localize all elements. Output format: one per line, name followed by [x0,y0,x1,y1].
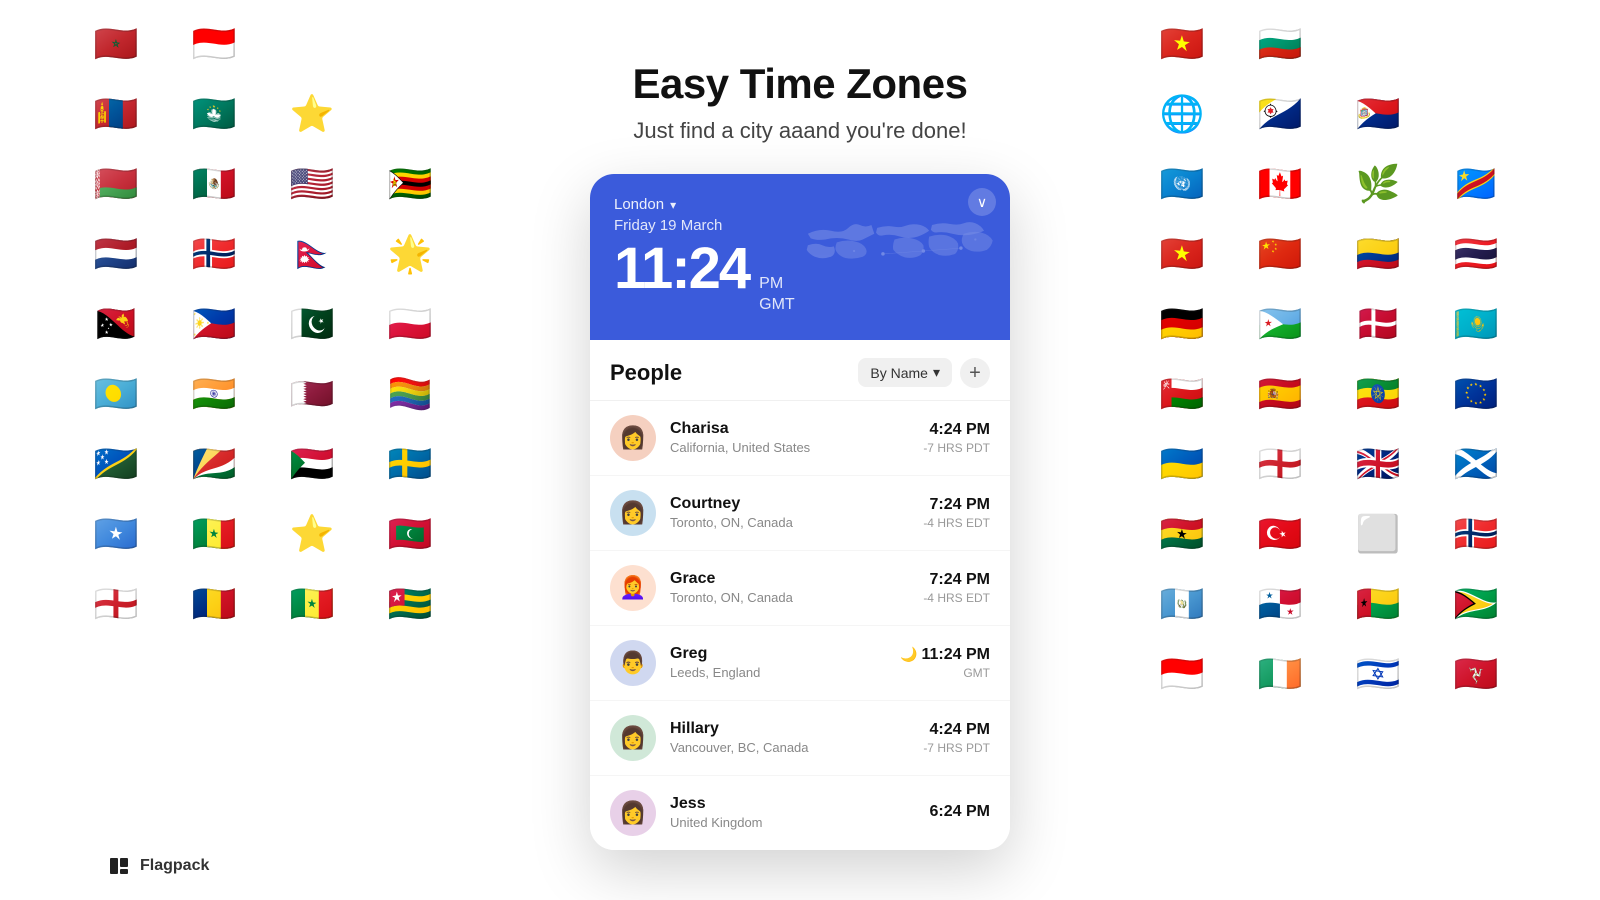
city-name: London [614,196,664,213]
person-row: 👩 Jess United Kingdom 6:24 PM [590,776,1010,850]
card-body: People By Name ▾ + 👩 Charisa California,… [590,340,1010,850]
person-time-main: 6:24 PM [930,803,990,821]
person-info: Courtney Toronto, ON, Canada [670,495,909,530]
person-time-main: 7:24 PM [923,496,990,514]
person-info: Greg Leeds, England [670,645,886,680]
person-time: 7:24 PM -4 HRS EDT [923,571,990,605]
avatar: 👩 [610,790,656,836]
person-time-main: 7:24 PM [923,571,990,589]
avatar: 👩 [610,415,656,461]
person-time-offset: -7 HRS PDT [923,441,990,455]
date-label: Friday 19 March [614,217,986,234]
person-time-main: 4:24 PM [923,721,990,739]
add-person-button[interactable]: + [960,358,990,388]
person-time: 7:24 PM -4 HRS EDT [923,496,990,530]
phone-card: London ▾ Friday 19 March 11:24 PM GMT ∨ … [590,174,1010,850]
flagpack-label: Flagpack [140,857,209,875]
time-ampm-tz: PM GMT [759,274,795,316]
moon-icon: 🌙 [900,646,917,663]
flagpack-logo: Flagpack [108,854,209,878]
person-row: 👨 Greg Leeds, England 🌙 11:24 PM GMT [590,626,1010,701]
app-subtitle: Just find a city aaand you're done! [633,118,966,144]
person-name: Courtney [670,495,909,513]
person-time: 🌙 11:24 PM GMT [900,646,990,680]
person-location: United Kingdom [670,815,916,830]
people-title: People [610,360,682,386]
person-name: Greg [670,645,886,663]
person-time-offset: -4 HRS EDT [923,516,990,530]
sort-chevron-icon: ▾ [933,364,940,381]
person-name: Jess [670,795,916,813]
person-name: Grace [670,570,909,588]
person-list: 👩 Charisa California, United States 4:24… [590,401,1010,850]
app-title: Easy Time Zones [633,60,968,108]
person-time-offset: GMT [900,666,990,680]
person-location: California, United States [670,440,909,455]
time-display: 11:24 PM GMT [614,240,986,316]
avatar: 👩 [610,715,656,761]
person-name: Charisa [670,420,909,438]
collapse-button[interactable]: ∨ [968,188,996,216]
person-row: 👩 Courtney Toronto, ON, Canada 7:24 PM -… [590,476,1010,551]
person-row: 👩 Hillary Vancouver, BC, Canada 4:24 PM … [590,701,1010,776]
person-info: Jess United Kingdom [670,795,916,830]
person-time: 4:24 PM -7 HRS PDT [923,421,990,455]
person-location: Toronto, ON, Canada [670,515,909,530]
person-time-main: 4:24 PM [923,421,990,439]
city-selector[interactable]: London ▾ [614,196,986,213]
person-info: Charisa California, United States [670,420,909,455]
flagpack-icon [108,854,132,878]
person-location: Vancouver, BC, Canada [670,740,909,755]
avatar: 👨 [610,640,656,686]
person-time: 4:24 PM -7 HRS PDT [923,721,990,755]
card-header: London ▾ Friday 19 March 11:24 PM GMT ∨ [590,174,1010,340]
avatar: 👩 [610,490,656,536]
person-location: Leeds, England [670,665,886,680]
time-ampm: PM [759,274,795,295]
time-timezone: GMT [759,295,795,316]
person-time-main: 🌙 11:24 PM [900,646,990,664]
person-row: 👩 Charisa California, United States 4:24… [590,401,1010,476]
person-location: Toronto, ON, Canada [670,590,909,605]
people-controls: By Name ▾ + [858,358,990,388]
people-header: People By Name ▾ + [590,340,1010,401]
person-row: 👩‍🦰 Grace Toronto, ON, Canada 7:24 PM -4… [590,551,1010,626]
time-big: 11:24 [614,240,749,298]
main-content: Easy Time Zones Just find a city aaand y… [0,0,1600,900]
person-info: Grace Toronto, ON, Canada [670,570,909,605]
chevron-down-icon: ▾ [670,198,676,212]
avatar: 👩‍🦰 [610,565,656,611]
sort-by-name-button[interactable]: By Name ▾ [858,358,952,387]
person-time-offset: -4 HRS EDT [923,591,990,605]
person-info: Hillary Vancouver, BC, Canada [670,720,909,755]
person-time-offset: -7 HRS PDT [923,741,990,755]
person-time: 6:24 PM [930,803,990,823]
person-name: Hillary [670,720,909,738]
sort-label: By Name [870,365,928,381]
